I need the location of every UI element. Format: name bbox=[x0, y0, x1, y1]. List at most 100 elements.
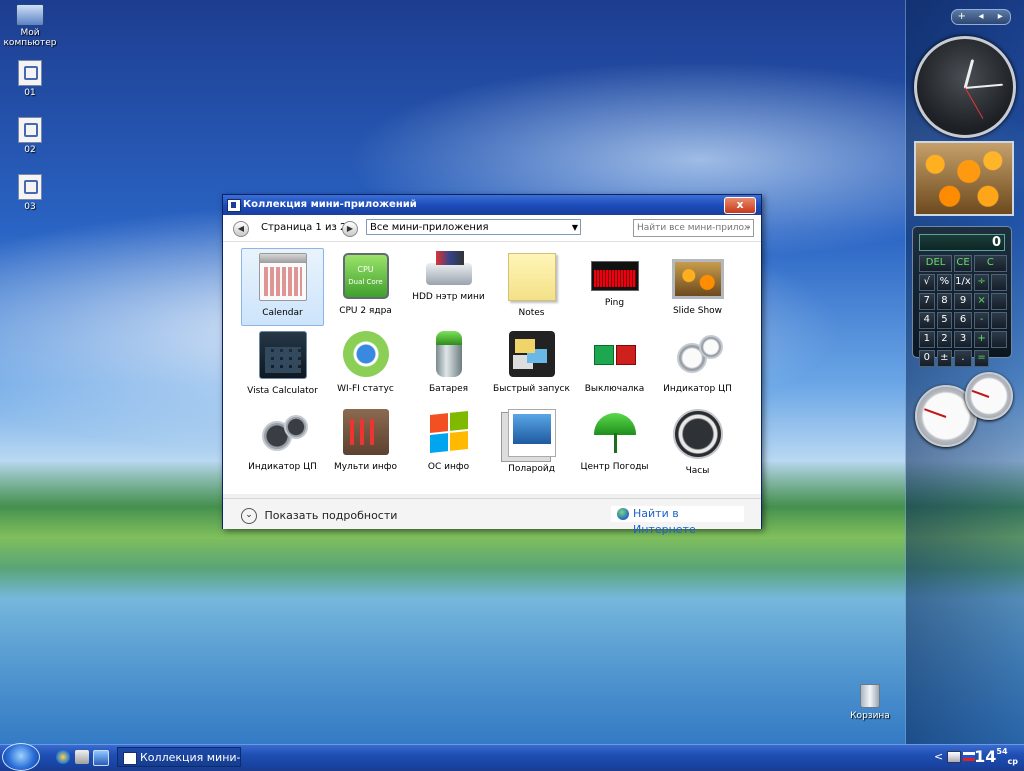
calc-key-del[interactable]: DEL bbox=[919, 255, 953, 272]
desktop-icon-label: 02 bbox=[24, 145, 36, 155]
calc-key-7[interactable]: 7 bbox=[919, 293, 935, 310]
notes-icon bbox=[507, 253, 556, 301]
calc-key-4[interactable]: 4 bbox=[919, 312, 935, 329]
gadget-label: WI-FI статус bbox=[337, 384, 394, 394]
get-online-label: Найти в Интернете bbox=[633, 507, 696, 536]
calc-key-multiply[interactable]: × bbox=[973, 293, 990, 310]
clock-hours: 14 bbox=[974, 747, 997, 766]
calc-key-divide[interactable]: ÷ bbox=[973, 274, 990, 291]
gadget-tile-weather[interactable]: Центр Погоды bbox=[573, 404, 656, 482]
system-tray: < 1454ср bbox=[930, 745, 1024, 769]
tools-icon[interactable] bbox=[75, 750, 89, 764]
search-gadgets-input[interactable] bbox=[633, 219, 754, 237]
gallery-footer: ⌄ Показать подробности Найти в Интернете bbox=[223, 498, 761, 536]
calc-key-c[interactable]: C bbox=[973, 255, 1007, 272]
show-details-toggle[interactable]: ⌄ Показать подробности bbox=[241, 508, 397, 524]
desktop-icon-my-computer[interactable]: Мой компьютер bbox=[0, 4, 60, 48]
calc-key-equals[interactable]: = bbox=[973, 350, 990, 367]
desktop-icon-03[interactable]: 03 bbox=[0, 174, 60, 212]
network-icon[interactable] bbox=[947, 751, 961, 763]
calculator-gadget[interactable]: 0 DEL CE C √ % 1/x ÷ 7 8 9 × 4 5 6 - 1 2… bbox=[912, 226, 1012, 367]
desktop-icon-01[interactable]: 01 bbox=[0, 60, 60, 98]
gadget-tile-clock[interactable]: Часы bbox=[656, 404, 739, 482]
gadget-label: Notes bbox=[518, 308, 545, 318]
window-icon bbox=[123, 752, 137, 765]
calc-key-0[interactable]: 0 bbox=[919, 350, 935, 367]
gadget-tile-multi-info[interactable]: Мульти инфо bbox=[324, 404, 407, 482]
gadget-filter-dropdown[interactable]: Все мини-приложения ▼ bbox=[366, 219, 581, 235]
gadget-tile-ping[interactable]: Ping bbox=[573, 248, 656, 326]
calc-key-3[interactable]: 3 bbox=[954, 331, 972, 348]
memory-gauge-gadget[interactable] bbox=[965, 372, 1013, 420]
gadget-label: Часы bbox=[685, 466, 710, 476]
document-icon bbox=[18, 117, 42, 143]
desktop-icon-recycle-bin[interactable]: Корзина bbox=[842, 684, 898, 721]
start-button[interactable] bbox=[2, 743, 40, 771]
taskbar-clock[interactable]: 1454ср bbox=[974, 747, 1018, 766]
calc-key-placeholder bbox=[991, 312, 1007, 329]
gadget-tile-cpu-indicator[interactable]: Индикатор ЦП bbox=[656, 326, 739, 404]
get-gadgets-online-link[interactable]: Найти в Интернете bbox=[611, 506, 744, 536]
gadget-tile-calendar[interactable]: Calendar bbox=[241, 248, 324, 326]
gadget-label: HDD нэтр мини bbox=[412, 292, 485, 302]
calc-key-reciprocal[interactable]: 1/x bbox=[954, 274, 972, 291]
next-page-button[interactable]: ▶ bbox=[342, 221, 358, 237]
clock-gadget[interactable] bbox=[914, 36, 1016, 138]
gallery-toolbar: ◀ Страница 1 из 2 ▶ Все мини-приложения … bbox=[223, 215, 761, 242]
close-button[interactable]: x bbox=[724, 197, 756, 214]
gadget-tile-notes[interactable]: Notes bbox=[490, 248, 573, 326]
calc-key-ce[interactable]: CE bbox=[954, 255, 972, 272]
calc-key-5[interactable]: 5 bbox=[936, 312, 953, 329]
quick-launch-icon bbox=[508, 331, 555, 377]
title-bar[interactable]: Коллекция мини-приложений x bbox=[223, 195, 761, 215]
calendar-icon bbox=[258, 253, 307, 301]
desktop-icon-02[interactable]: 02 bbox=[0, 117, 60, 155]
gadget-filter-value: Все мини-приложения bbox=[370, 222, 489, 233]
calc-key-2[interactable]: 2 bbox=[936, 331, 953, 348]
gadget-tile-os-info[interactable]: ОС инфо bbox=[407, 404, 490, 482]
gadget-gallery-window: Коллекция мини-приложений x ◀ Страница 1… bbox=[222, 194, 762, 536]
multi-info-icon bbox=[342, 409, 389, 455]
desktop-icon-label: Мой компьютер bbox=[3, 28, 57, 48]
calc-key-percent[interactable]: % bbox=[936, 274, 953, 291]
gadget-tile-cpu[interactable]: CPU Dual Core CPU 2 ядра bbox=[324, 248, 407, 326]
calc-key-decimal[interactable]: . bbox=[954, 350, 972, 367]
gadget-tile-hdd[interactable]: HDD нэтр мини bbox=[407, 248, 490, 326]
gadget-tile-vista-calculator[interactable]: Vista Calculator bbox=[241, 326, 324, 404]
gadget-label: Индикатор ЦП bbox=[663, 384, 732, 394]
gadget-tile-battery[interactable]: Батарея bbox=[407, 326, 490, 404]
show-desktop-icon[interactable] bbox=[93, 750, 109, 766]
desktop-icon-label: 03 bbox=[24, 202, 36, 212]
tray-expand-button[interactable]: < bbox=[934, 750, 943, 763]
browser-icon[interactable] bbox=[56, 750, 70, 764]
sidebar-prev-button[interactable]: ◂ bbox=[971, 10, 990, 24]
calc-key-9[interactable]: 9 bbox=[954, 293, 972, 310]
taskbar-button-label: Коллекция мини-п... bbox=[140, 751, 241, 764]
second-hand bbox=[964, 87, 984, 119]
gadget-tile-polaroid[interactable]: Поларойд bbox=[490, 404, 573, 482]
gadget-tile-cpu-indicator-2[interactable]: Индикатор ЦП bbox=[241, 404, 324, 482]
taskbar-button-gadget-gallery[interactable]: Коллекция мини-п... bbox=[117, 747, 241, 767]
calculator-display: 0 bbox=[919, 234, 1005, 251]
gadget-label: ОС инфо bbox=[427, 462, 470, 472]
sidebar-add-gadget-button[interactable]: + bbox=[952, 10, 971, 24]
calc-key-plus[interactable]: + bbox=[973, 331, 990, 348]
calc-key-8[interactable]: 8 bbox=[936, 293, 953, 310]
slideshow-gadget[interactable] bbox=[914, 141, 1014, 216]
gadget-tile-quick-launch[interactable]: Быстрый запуск bbox=[490, 326, 573, 404]
calc-key-plusminus[interactable]: ± bbox=[936, 350, 953, 367]
cpu-icon-subtext: Dual Core bbox=[348, 278, 383, 286]
gadget-label: CPU 2 ядра bbox=[339, 306, 392, 316]
calc-key-minus[interactable]: - bbox=[973, 312, 990, 329]
recycle-bin-label: Корзина bbox=[850, 711, 890, 721]
gadget-tile-wifi[interactable]: WI-FI статус bbox=[324, 326, 407, 404]
calc-key-1[interactable]: 1 bbox=[919, 331, 935, 348]
gadget-tile-shutdown[interactable]: Выключалка bbox=[573, 326, 656, 404]
sidebar-next-button[interactable]: ▸ bbox=[991, 10, 1010, 24]
prev-page-button[interactable]: ◀ bbox=[233, 221, 249, 237]
gadget-tile-slideshow[interactable]: Slide Show bbox=[656, 248, 739, 326]
calc-key-sqrt[interactable]: √ bbox=[919, 274, 935, 291]
gadget-label: Ping bbox=[604, 298, 625, 308]
calc-key-6[interactable]: 6 bbox=[954, 312, 972, 329]
document-icon bbox=[18, 60, 42, 86]
